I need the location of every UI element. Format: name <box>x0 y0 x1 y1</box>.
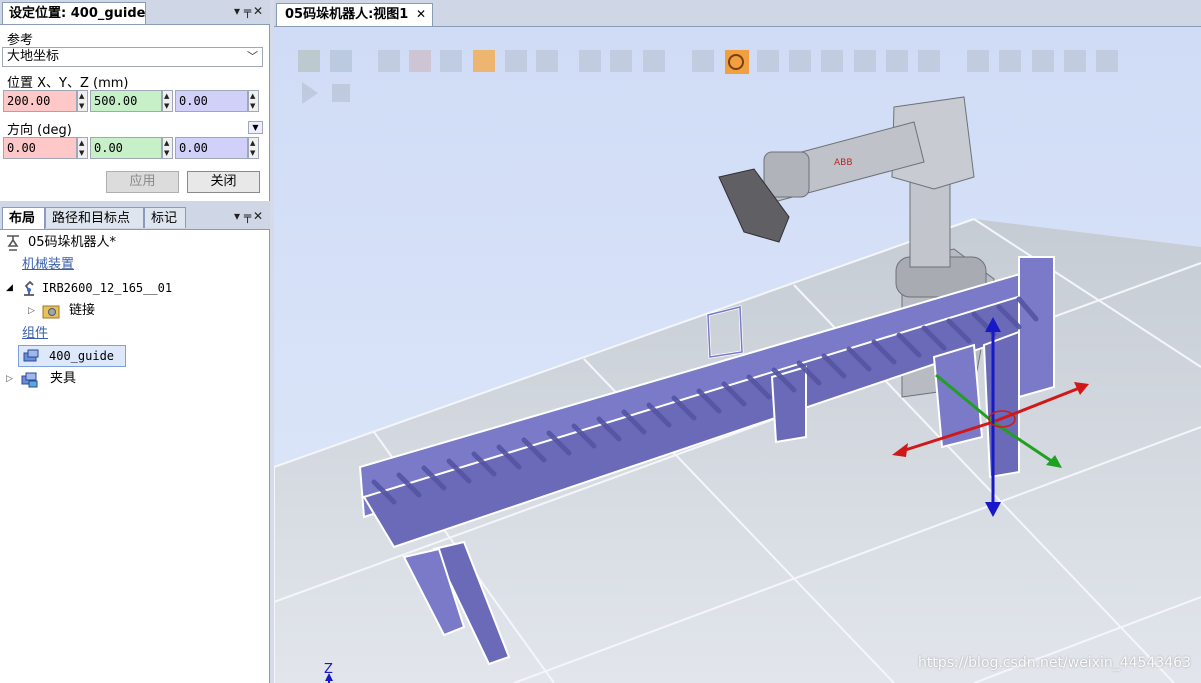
select-body-icon[interactable] <box>440 50 462 72</box>
robot-label: IRB2600_12_165__01 <box>42 281 173 295</box>
ry-field[interactable]: 0.00 <box>90 137 162 159</box>
component-icon <box>23 349 39 362</box>
tab-view1[interactable]: 05码垛机器人:视图1 ✕ <box>276 3 433 26</box>
z-field[interactable]: 0.00 <box>175 90 248 112</box>
rx-field[interactable]: 0.00 <box>3 137 77 159</box>
links-label: 链接 <box>69 303 96 318</box>
measure-angle-icon[interactable] <box>999 50 1021 72</box>
layout-panel-tabs: 布局 路径和目标点 标记 ▾ ╤ ✕ <box>0 205 270 230</box>
collapsed-icon[interactable]: ▷ <box>28 300 35 322</box>
x-field[interactable]: 200.00 <box>3 90 77 112</box>
select-target-icon[interactable] <box>579 50 601 72</box>
position-panel-title[interactable]: 设定位置: 400_guide <box>2 2 146 24</box>
rx-stepper[interactable]: ▲ ▼ <box>77 137 88 159</box>
folder-gear-icon <box>42 305 60 319</box>
chevron-down-icon: ﹀ <box>247 50 258 63</box>
tab-tags[interactable]: 标记 <box>144 207 186 228</box>
layout-tree: 05码垛机器人* 机械装置 ◢ IRB2600_12_165__01 ▷ 链接 … <box>0 230 270 683</box>
abb-logo: ABB <box>834 158 853 168</box>
x-stepper[interactable]: ▲ ▼ <box>77 90 88 112</box>
reference-select[interactable]: 大地坐标 ﹀ <box>2 47 263 67</box>
select-mechanism-icon[interactable] <box>505 50 527 72</box>
position-panel: 参考 大地坐标 ﹀ 位置 X、Y、Z (mm) 200.00 ▲ ▼ 500.00… <box>0 25 270 201</box>
snap-end-icon[interactable] <box>821 50 843 72</box>
snap-gravity-icon[interactable] <box>918 50 940 72</box>
close-button[interactable]: 关闭 <box>187 171 260 193</box>
rz-field[interactable]: 0.00 <box>175 137 248 159</box>
position-label: 位置 X、Y、Z (mm) <box>7 76 129 91</box>
ry-stepper[interactable]: ▲ ▼ <box>162 137 173 159</box>
tab-layout[interactable]: 布局 <box>2 207 45 229</box>
watermark: https://blog.csdn.net/weixin_44543463 <box>917 655 1191 671</box>
reference-value: 大地坐标 <box>7 49 60 64</box>
scene-canvas[interactable]: ABB <box>274 27 1201 683</box>
snap-local-origin-icon[interactable] <box>886 50 908 72</box>
view-tab-title: 05码垛机器人:视图1 <box>285 7 409 22</box>
snap-edge-icon[interactable] <box>757 50 779 72</box>
measure-distance-icon[interactable] <box>1064 50 1086 72</box>
select-group-icon[interactable] <box>536 50 558 72</box>
collapsed-icon[interactable]: ▷ <box>6 368 13 390</box>
measure-point-icon[interactable] <box>967 50 989 72</box>
component-label: 400_guide <box>49 349 115 363</box>
orientation-label: 方向 (deg) <box>7 123 72 138</box>
collapse-icon[interactable]: ▼ <box>248 121 263 134</box>
select-frame-icon[interactable] <box>643 50 665 72</box>
fixture-icon <box>21 372 38 388</box>
select-part-icon[interactable] <box>473 50 495 72</box>
rz-stepper[interactable]: ▲ ▼ <box>248 137 259 159</box>
3d-viewport[interactable]: ABB Z https://blog.csdn.net/weixin_44543… <box>274 27 1201 683</box>
select-path-icon[interactable] <box>610 50 632 72</box>
station-label: 05码垛机器人* <box>28 235 117 250</box>
measure-diameter-icon[interactable] <box>1032 50 1054 72</box>
expanded-icon[interactable]: ◢ <box>6 277 13 299</box>
robot-icon <box>24 280 34 296</box>
axis-z-label: Z <box>324 662 333 677</box>
pin-icon[interactable]: ▾ ╤ <box>234 4 251 18</box>
snap-icon[interactable] <box>330 50 352 72</box>
y-stepper[interactable]: ▲ ▼ <box>162 90 173 112</box>
view-tabbar: 05码垛机器人:视图1 ✕ <box>274 0 1201 27</box>
snap-grid-icon[interactable] <box>692 50 714 72</box>
position-panel-header: 设定位置: 400_guide ▾ ╤ ✕ <box>0 0 270 25</box>
reference-label: 参考 <box>7 33 34 48</box>
y-field[interactable]: 500.00 <box>90 90 162 112</box>
left-column: 设定位置: 400_guide ▾ ╤ ✕ 参考 大地坐标 ﹀ 位置 X、Y、Z… <box>0 0 270 683</box>
station-icon <box>7 235 19 251</box>
close-icon[interactable]: ✕ <box>416 4 426 25</box>
close-icon[interactable]: ✕ <box>253 209 263 223</box>
select-icon[interactable] <box>298 50 320 72</box>
select-surface-icon[interactable] <box>409 50 431 72</box>
mechanisms-section: 机械装置 <box>22 257 75 272</box>
close-icon[interactable]: ✕ <box>253 4 263 18</box>
z-stepper[interactable]: ▲ ▼ <box>248 90 259 112</box>
measure-save-icon[interactable] <box>1096 50 1118 72</box>
components-section: 组件 <box>22 326 49 341</box>
stop-icon[interactable] <box>332 84 350 102</box>
apply-button[interactable]: 应用 <box>106 171 179 193</box>
tree-component-400-guide[interactable]: 400_guide <box>18 345 126 367</box>
snap-center-icon[interactable] <box>854 50 876 72</box>
select-curve-icon[interactable] <box>378 50 400 72</box>
snap-midpoint-icon[interactable] <box>789 50 811 72</box>
tab-paths-targets[interactable]: 路径和目标点 <box>45 207 144 228</box>
fixture-label: 夹具 <box>50 371 77 386</box>
pin-icon[interactable]: ▾ ╤ <box>234 209 251 223</box>
